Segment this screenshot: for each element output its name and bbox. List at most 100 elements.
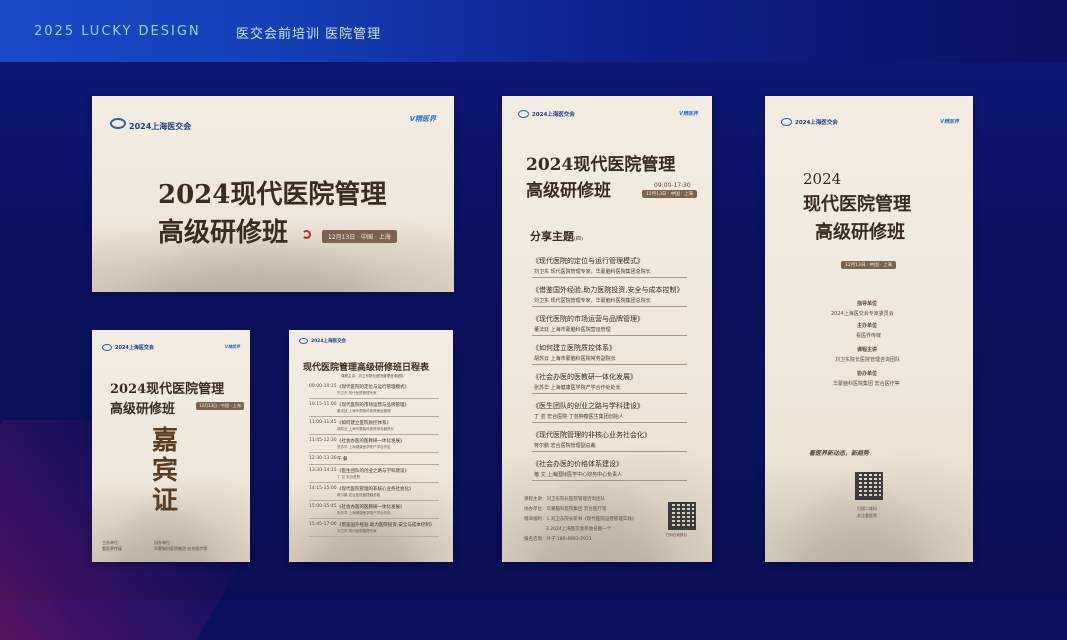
topic-item: 《医生团队的创业之路与学科建设》丁 芸 宏合医院·丁芸肿瘤医生集团创始人 (532, 401, 687, 423)
smec-logo: 2024上海医交会 (110, 114, 191, 133)
schedule-row: 09:00-10:15 《现代医院的定位与运行管理模式》 (309, 384, 439, 390)
divider (309, 518, 439, 519)
schedule-topic: 《社会办医的医教研一体化发展》 (337, 439, 405, 444)
schedule-title: 现代医院管理高级研修班日程表 (303, 363, 430, 373)
topic-speaker: 刘卫东 现代医院管理专家，华蒙脑科医院集团总院长 (534, 269, 651, 275)
divider (309, 536, 439, 537)
schedule-row: 10:15-11:00 《现代医院的市场运营与品牌管理》 (309, 402, 439, 408)
banner-card: 2024上海医交会 V精医界 2024现代医院管理 高级研修班 12月13日 ·… (92, 96, 454, 292)
divider (309, 464, 439, 465)
rollup-v3: 刘卫东院长医院管理咨询团队 (835, 357, 901, 363)
schedule-speaker: 刘卫东 现代医院管理专家 (337, 391, 377, 395)
topic-title: 《社会办医的医教研一体化发展》 (532, 373, 637, 381)
logo-ring-icon (110, 118, 126, 129)
rollup-l1: 指导单位 (857, 301, 878, 307)
rollup-v4: 华蒙脑科医院集团 宏合医疗等 (833, 381, 900, 387)
rollup-l2: 主办单位 (857, 323, 878, 329)
topic-speaker: 胡苏云 上海市蒙脑科医院常务副院长 (534, 356, 616, 362)
topic-speaker: 蓓 文 上海国际医学中心财务中心负责人 (534, 472, 623, 478)
schedule-time: 15:45-17:00 (309, 522, 337, 527)
badge-title-1: 2024现代医院管理 (110, 382, 225, 397)
divider (532, 277, 687, 278)
smec-logo: 2024上海医交会 (518, 110, 575, 118)
topic-speaker: 刘卫东 现代医院管理专家，华蒙脑科医院集团总院长 (534, 298, 651, 304)
poster-foot-2: 协办单位：华蒙脑科医院集团 宏合医疗等 (524, 507, 607, 512)
schedule-topic: 《如何建立医院质控体系》 (337, 421, 391, 426)
topic-item: 《现代医院的市场运营与品牌管理》 董法廷 上海市蒙脑科医院营运管理 (532, 314, 687, 336)
schedule-row: 11:45-12:30 《社会办医的医教研一体化发展》 (309, 438, 439, 444)
smec-logo: 2024上海医交会 (299, 338, 346, 344)
rollup-year: 2024 (803, 170, 842, 188)
schedule-time: 11:45-12:30 (309, 438, 337, 443)
rollup-qr-1: 扫描二维码 (857, 506, 877, 511)
divider (532, 422, 687, 423)
schedule-row: 12:30-13:30 午 餐 (309, 456, 439, 462)
badge-title-2: 高级研修班 (110, 402, 176, 417)
poster-card: 2024上海医交会 V精医界 2024现代医院管理 高级研修班 09:00-17… (502, 96, 712, 562)
divider (532, 364, 687, 365)
schedule-speaker: 蒋尔鹏 宏合医院管理副总裁 (337, 493, 381, 497)
banner-title-2: 高级研修班 (158, 218, 289, 248)
schedule-row: 11:00-11:45 《如何建立医院质控体系》 (309, 420, 439, 426)
topic-item: 《如何建立医院质控体系》 胡苏云 上海市蒙脑科医院常务副院长 (532, 343, 687, 365)
badge-date: 12月13日 · 中国 · 上海 (196, 402, 244, 410)
schedule-topic: 午 餐 (337, 457, 348, 462)
divider (309, 416, 439, 417)
smec-logo: 2024上海医交会 (102, 344, 154, 351)
badge-big-text: 嘉宾证 (152, 426, 179, 516)
poster-section-title: 分享主题(四) (530, 230, 583, 243)
rollup-slogan: 看医界新动态，新趋势 (809, 450, 870, 457)
schedule-time: 14:15-15:00 (309, 486, 337, 491)
divider (309, 452, 439, 453)
poster-time: 09:00-17:30 (654, 182, 691, 189)
logo-ring-icon (299, 338, 308, 344)
topic-title: 《如何建立医院质控体系》 (532, 344, 616, 352)
rollup-l3: 课程主讲 (857, 347, 878, 353)
topic-speaker: 蒋尔鹏 宏合医院管理副总裁 (534, 443, 596, 449)
poster-title-2: 高级研修班 (526, 181, 611, 201)
schedule-speaker: 张苏华 上海健康医学院产学合作处 (337, 511, 391, 515)
co-label: 协办单位： 华蒙脑科医院集团 宏合医疗等 (154, 540, 208, 551)
schedule-time: 13:30-14:15 (309, 468, 337, 473)
poster-date: 12月13日 · 中国 · 上海 (642, 190, 698, 198)
rollup-card: 2024上海医交会 V精医界 2024 现代医院管理 高级研修班 12月13日 … (765, 96, 973, 562)
logo-ring-icon (102, 344, 112, 351)
poster-foot-1: 课程主讲：刘卫东院长医院管理咨询团队 (524, 497, 605, 502)
poster-foot-3: 赠阅福利：1.刘卫东院长新书《现代医院运营管理实践》 (524, 517, 637, 522)
topic-item: 《现代医院的定位与运行管理模式》 刘卫东 现代医院管理专家，华蒙脑科医院集团总院长 (532, 256, 687, 278)
schedule-topic: 《现代医院的市场运营与品牌管理》 (337, 403, 409, 408)
topic-speaker: 董法廷 上海市蒙脑科医院营运管理 (534, 327, 611, 333)
rollup-date: 12月13日 · 中国 · 上海 (841, 261, 897, 269)
schedule-speaker: 董法廷 上海市蒙脑科医院营运管理 (337, 409, 391, 413)
banner-title-1: 2024现代医院管理 (158, 180, 387, 210)
banner-date: 12月13日 · 中国 · 上海 (322, 230, 397, 243)
schedule-time: 15:00-15:45 (309, 504, 337, 509)
divider (309, 398, 439, 399)
schedule-sub: 课程主讲：刘卫东院长医院管理咨询团队 (341, 374, 404, 378)
schedule-topic: 《借鉴国外经验,助力医院投资,安全与成本控制》 (337, 523, 435, 528)
red-seal-icon (302, 230, 311, 239)
topic-speaker: 丁 芸 宏合医院·丁芸肿瘤医生集团创始人 (534, 414, 624, 420)
qr-code-icon (855, 472, 883, 500)
schedule-topic: 《社会办医的医教研一体化发展》 (337, 505, 405, 510)
smec-logo: 2024上海医交会 (781, 118, 838, 126)
topic-item: 《社会办医的价格体系建设》蓓 文 上海国际医学中心财务中心负责人 (532, 459, 687, 481)
logo-ring-icon (518, 110, 529, 118)
schedule-topic: 《医生团队的创业之路与学科建设》 (337, 469, 409, 474)
divider (532, 451, 687, 452)
v-logo: V精医界 (224, 344, 240, 349)
badge-card: 2024上海医交会 V精医界 2024现代医院管理 高级研修班 12月13日 ·… (92, 330, 250, 562)
topic-title: 《借鉴国外经验,助力医院投资,安全与成本控制》 (532, 286, 684, 294)
logo-ring-icon (781, 118, 792, 126)
rollup-v2: 看医界传媒 (856, 333, 882, 339)
schedule-topic: 《现代医院管理的非核心业务社会化》 (337, 487, 414, 492)
topic-title: 《医生团队的创业之路与学科建设》 (532, 402, 644, 410)
poster-foot-5: 报名咨询：叶子 180-4993-2923 (524, 537, 592, 542)
rollup-v1: 2024上海医交会专家委员会 (831, 311, 894, 317)
topic-title: 《社会办医的价格体系建设》 (532, 460, 623, 468)
host-label: 主办单位： 看医界传媒 (102, 540, 122, 551)
qr-code-icon (668, 502, 696, 530)
v-logo: V精医界 (679, 111, 698, 117)
poster-foot-4: 2.2024上海医交会参会名额一个 (546, 527, 612, 532)
rollup-l4: 协办单位 (857, 371, 878, 377)
